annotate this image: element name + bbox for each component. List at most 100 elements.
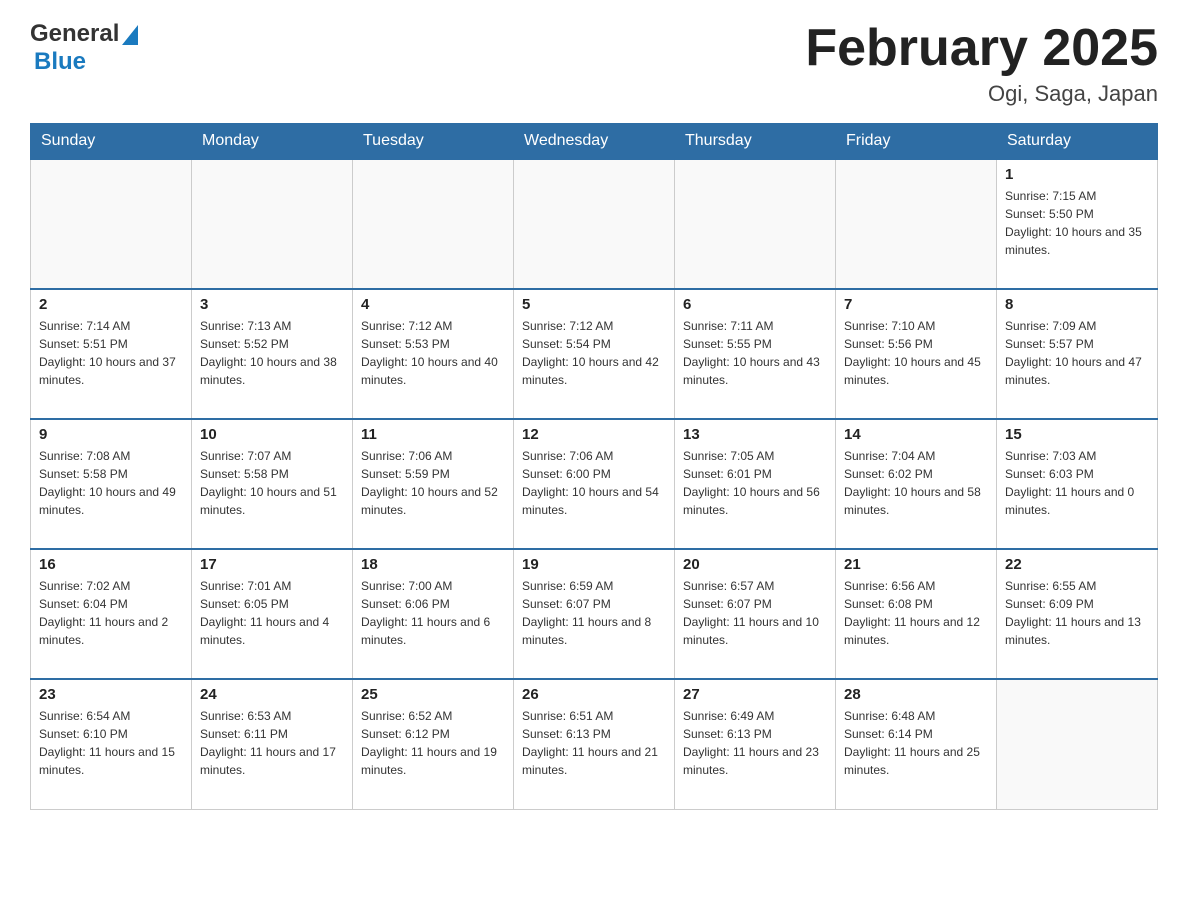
day-of-week-header: Sunday	[31, 124, 192, 160]
day-number: 16	[39, 556, 183, 573]
calendar-day-cell: 28 Sunrise: 6:48 AMSunset: 6:14 PMDayligh…	[836, 679, 997, 809]
day-info: Sunrise: 6:49 AMSunset: 6:13 PMDaylight:…	[683, 707, 827, 779]
day-info: Sunrise: 7:02 AMSunset: 6:04 PMDaylight:…	[39, 577, 183, 649]
day-of-week-header: Monday	[192, 124, 353, 160]
calendar-week-row: 1 Sunrise: 7:15 AMSunset: 5:50 PMDaylight…	[31, 159, 1158, 289]
day-info: Sunrise: 6:55 AMSunset: 6:09 PMDaylight:…	[1005, 577, 1149, 649]
calendar-subtitle: Ogi, Saga, Japan	[805, 81, 1158, 107]
calendar-week-row: 2 Sunrise: 7:14 AMSunset: 5:51 PMDaylight…	[31, 289, 1158, 419]
calendar-day-cell: 18 Sunrise: 7:00 AMSunset: 6:06 PMDayligh…	[353, 549, 514, 679]
day-number: 4	[361, 296, 505, 313]
title-block: February 2025 Ogi, Saga, Japan	[805, 20, 1158, 107]
day-info: Sunrise: 7:07 AMSunset: 5:58 PMDaylight:…	[200, 447, 344, 519]
day-number: 21	[844, 556, 988, 573]
day-number: 14	[844, 426, 988, 443]
day-info: Sunrise: 7:00 AMSunset: 6:06 PMDaylight:…	[361, 577, 505, 649]
day-number: 7	[844, 296, 988, 313]
day-number: 22	[1005, 556, 1149, 573]
day-info: Sunrise: 7:13 AMSunset: 5:52 PMDaylight:…	[200, 317, 344, 389]
day-number: 19	[522, 556, 666, 573]
day-number: 13	[683, 426, 827, 443]
calendar-day-cell	[31, 159, 192, 289]
page-header: General Blue February 2025 Ogi, Saga, Ja…	[30, 20, 1158, 107]
day-info: Sunrise: 7:03 AMSunset: 6:03 PMDaylight:…	[1005, 447, 1149, 519]
day-number: 8	[1005, 296, 1149, 313]
calendar-day-cell: 6Sunrise: 7:11 AMSunset: 5:55 PMDaylight…	[675, 289, 836, 419]
day-info: Sunrise: 7:08 AMSunset: 5:58 PMDaylight:…	[39, 447, 183, 519]
calendar-day-cell: 16 Sunrise: 7:02 AMSunset: 6:04 PMDayligh…	[31, 549, 192, 679]
logo: General Blue	[30, 20, 138, 76]
day-of-week-header: Friday	[836, 124, 997, 160]
calendar-day-cell: 7 Sunrise: 7:10 AMSunset: 5:56 PMDaylight…	[836, 289, 997, 419]
day-of-week-header: Thursday	[675, 124, 836, 160]
calendar-title: February 2025	[805, 20, 1158, 77]
calendar-day-cell	[997, 679, 1158, 809]
day-number: 9	[39, 426, 183, 443]
calendar-day-cell: 2 Sunrise: 7:14 AMSunset: 5:51 PMDaylight…	[31, 289, 192, 419]
calendar-day-cell: 12Sunrise: 7:06 AMSunset: 6:00 PMDayligh…	[514, 419, 675, 549]
calendar-day-cell: 17 Sunrise: 7:01 AMSunset: 6:05 PMDayligh…	[192, 549, 353, 679]
calendar-day-cell: 5 Sunrise: 7:12 AMSunset: 5:54 PMDaylight…	[514, 289, 675, 419]
day-info: Sunrise: 7:09 AMSunset: 5:57 PMDaylight:…	[1005, 317, 1149, 389]
calendar-day-cell	[353, 159, 514, 289]
day-number: 28	[844, 686, 988, 703]
calendar-day-cell	[192, 159, 353, 289]
day-info: Sunrise: 7:06 AMSunset: 6:00 PMDaylight:…	[522, 447, 666, 519]
day-number: 23	[39, 686, 183, 703]
calendar-day-cell: 1 Sunrise: 7:15 AMSunset: 5:50 PMDaylight…	[997, 159, 1158, 289]
calendar-week-row: 16 Sunrise: 7:02 AMSunset: 6:04 PMDayligh…	[31, 549, 1158, 679]
day-info: Sunrise: 7:14 AMSunset: 5:51 PMDaylight:…	[39, 317, 183, 389]
day-of-week-header: Wednesday	[514, 124, 675, 160]
calendar-day-cell: 8 Sunrise: 7:09 AMSunset: 5:57 PMDaylight…	[997, 289, 1158, 419]
day-number: 20	[683, 556, 827, 573]
calendar-day-cell: 20 Sunrise: 6:57 AMSunset: 6:07 PMDayligh…	[675, 549, 836, 679]
day-info: Sunrise: 7:01 AMSunset: 6:05 PMDaylight:…	[200, 577, 344, 649]
day-number: 25	[361, 686, 505, 703]
calendar-day-cell: 22 Sunrise: 6:55 AMSunset: 6:09 PMDayligh…	[997, 549, 1158, 679]
calendar-day-cell: 14 Sunrise: 7:04 AMSunset: 6:02 PMDayligh…	[836, 419, 997, 549]
day-info: Sunrise: 6:54 AMSunset: 6:10 PMDaylight:…	[39, 707, 183, 779]
calendar-day-cell: 11 Sunrise: 7:06 AMSunset: 5:59 PMDayligh…	[353, 419, 514, 549]
calendar-week-row: 23 Sunrise: 6:54 AMSunset: 6:10 PMDayligh…	[31, 679, 1158, 809]
day-info: Sunrise: 6:57 AMSunset: 6:07 PMDaylight:…	[683, 577, 827, 649]
day-number: 17	[200, 556, 344, 573]
logo-triangle-icon	[122, 25, 138, 45]
calendar-day-cell: 9 Sunrise: 7:08 AMSunset: 5:58 PMDaylight…	[31, 419, 192, 549]
day-info: Sunrise: 6:52 AMSunset: 6:12 PMDaylight:…	[361, 707, 505, 779]
calendar-day-cell: 26Sunrise: 6:51 AMSunset: 6:13 PMDayligh…	[514, 679, 675, 809]
day-info: Sunrise: 6:59 AMSunset: 6:07 PMDaylight:…	[522, 577, 666, 649]
day-of-week-header: Tuesday	[353, 124, 514, 160]
day-info: Sunrise: 6:48 AMSunset: 6:14 PMDaylight:…	[844, 707, 988, 779]
day-info: Sunrise: 7:12 AMSunset: 5:54 PMDaylight:…	[522, 317, 666, 389]
day-number: 3	[200, 296, 344, 313]
day-number: 26	[522, 686, 666, 703]
day-number: 10	[200, 426, 344, 443]
calendar-day-cell: 27Sunrise: 6:49 AMSunset: 6:13 PMDayligh…	[675, 679, 836, 809]
calendar-day-cell: 23 Sunrise: 6:54 AMSunset: 6:10 PMDayligh…	[31, 679, 192, 809]
calendar-day-cell: 19 Sunrise: 6:59 AMSunset: 6:07 PMDayligh…	[514, 549, 675, 679]
day-number: 11	[361, 426, 505, 443]
calendar-day-cell: 25 Sunrise: 6:52 AMSunset: 6:12 PMDayligh…	[353, 679, 514, 809]
calendar-day-cell	[514, 159, 675, 289]
day-number: 1	[1005, 166, 1149, 183]
logo-blue-text: Blue	[34, 48, 86, 76]
calendar-day-cell: 15 Sunrise: 7:03 AMSunset: 6:03 PMDayligh…	[997, 419, 1158, 549]
calendar-day-cell: 4Sunrise: 7:12 AMSunset: 5:53 PMDaylight…	[353, 289, 514, 419]
day-info: Sunrise: 7:06 AMSunset: 5:59 PMDaylight:…	[361, 447, 505, 519]
day-of-week-header: Saturday	[997, 124, 1158, 160]
day-number: 15	[1005, 426, 1149, 443]
calendar-table: SundayMondayTuesdayWednesdayThursdayFrid…	[30, 123, 1158, 810]
calendar-day-cell	[675, 159, 836, 289]
day-number: 2	[39, 296, 183, 313]
day-number: 18	[361, 556, 505, 573]
calendar-day-cell	[836, 159, 997, 289]
day-number: 5	[522, 296, 666, 313]
day-info: Sunrise: 7:10 AMSunset: 5:56 PMDaylight:…	[844, 317, 988, 389]
calendar-day-cell: 13Sunrise: 7:05 AMSunset: 6:01 PMDayligh…	[675, 419, 836, 549]
day-info: Sunrise: 6:56 AMSunset: 6:08 PMDaylight:…	[844, 577, 988, 649]
calendar-day-cell: 21 Sunrise: 6:56 AMSunset: 6:08 PMDayligh…	[836, 549, 997, 679]
calendar-day-cell: 3 Sunrise: 7:13 AMSunset: 5:52 PMDaylight…	[192, 289, 353, 419]
day-info: Sunrise: 7:04 AMSunset: 6:02 PMDaylight:…	[844, 447, 988, 519]
day-info: Sunrise: 7:15 AMSunset: 5:50 PMDaylight:…	[1005, 187, 1149, 259]
day-info: Sunrise: 7:11 AMSunset: 5:55 PMDaylight:…	[683, 317, 827, 389]
